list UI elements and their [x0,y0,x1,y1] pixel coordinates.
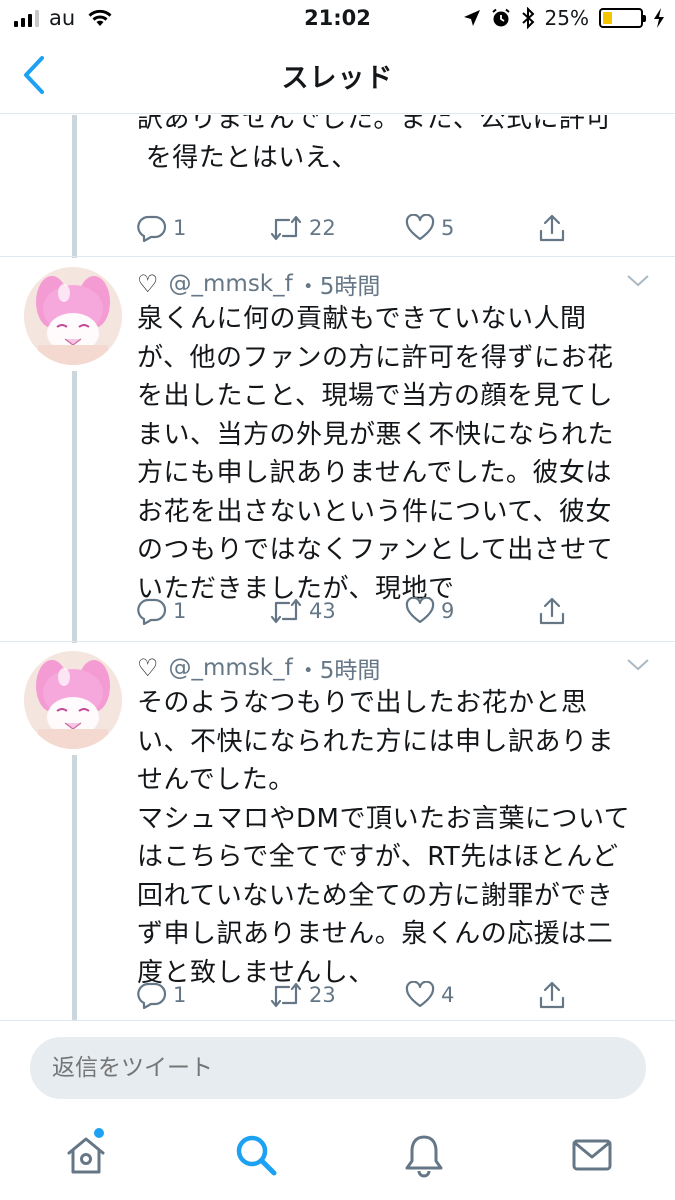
page-title: スレッド [281,63,394,94]
share-button[interactable] [537,593,567,629]
retweet-count: 22 [309,216,336,240]
reply-icon [137,215,167,242]
tweet-time: ・5時間 [296,274,381,300]
retweet-button[interactable]: 43 [269,593,336,629]
tweet-text: そのようなつもりで出したお花かと思 い、不快になられた方には申し訳ありま せんで… [137,688,631,988]
nav-bar: スレッド [0,38,675,114]
avatar[interactable] [24,267,122,365]
reply-icon [137,982,167,1009]
reply-count: 1 [173,599,187,623]
retweet-icon [270,215,302,241]
reply-button[interactable]: 1 [137,210,186,246]
user-handle[interactable]: @_mmsk_f [169,655,293,681]
divider [0,256,675,257]
handle-prefix: ♡ [137,270,159,298]
status-bar: au 21:02 25% [0,0,675,38]
heart-icon [405,981,435,1008]
like-count: 9 [441,599,455,623]
heart-icon [405,597,435,624]
share-button[interactable] [537,977,567,1013]
tweet-time: ・5時間 [296,658,381,684]
tweet-actions: 1 22 5 [137,210,657,246]
tweet-actions: 1 23 4 [137,977,657,1013]
share-icon [539,214,565,242]
reply-count: 1 [173,983,187,1007]
chevron-down-icon[interactable] [623,271,653,291]
tweet-actions: 1 43 9 [137,593,657,629]
envelope-icon[interactable] [568,1131,616,1179]
charging-icon [654,8,664,28]
new-content-dot [94,1128,104,1138]
share-button[interactable] [537,210,567,246]
like-button[interactable]: 5 [405,210,454,246]
retweet-button[interactable]: 23 [269,977,336,1013]
share-icon [539,981,565,1009]
bell-icon[interactable] [400,1131,448,1179]
handle-prefix: ♡ [137,654,159,682]
retweet-icon [270,598,302,624]
tweet-text: 訳ありませんでした。また、公式に許可 を得たとはいえ、 [137,115,612,173]
thread[interactable]: 訳ありませんでした。また、公式に許可 を得たとはいえ、 1 22 5 ♡ @_m… [0,115,675,1020]
tweet[interactable]: ♡ @_mmsk_f ・5時間 そのようなつもりで出したお花かと思 い、不快にな… [0,651,675,1020]
avatar[interactable] [24,651,122,749]
home-icon[interactable] [62,1131,110,1179]
reply-input[interactable] [30,1037,646,1099]
retweet-count: 23 [309,983,336,1007]
battery-icon [599,8,646,28]
tweet-partial[interactable]: 訳ありませんでした。また、公式に許可 を得たとはいえ、 1 22 5 [0,115,675,245]
reply-button[interactable]: 1 [137,593,186,629]
share-icon [539,597,565,625]
reply-count: 1 [173,216,187,240]
battery-percent: 25% [544,6,589,30]
retweet-icon [270,982,302,1008]
reply-button[interactable]: 1 [137,977,186,1013]
like-button[interactable]: 9 [405,593,454,629]
retweet-count: 43 [309,599,336,623]
tweet-header: ♡ @_mmsk_f ・5時間 [137,267,380,301]
heart-icon [405,214,435,241]
tweet[interactable]: ♡ @_mmsk_f ・5時間 泉くんに何の貢献もできていない人間 が、他のファ… [0,267,675,647]
divider [0,641,675,642]
like-button[interactable]: 4 [405,977,454,1013]
alarm-icon [491,8,510,27]
avatar-image [24,651,122,749]
tweet-text: 泉くんに何の貢献もできていない人間 が、他のファンの方に許可を得ずにお花 を出し… [137,304,615,604]
avatar-image [24,267,122,365]
like-count: 4 [441,983,455,1007]
like-count: 5 [441,216,455,240]
user-handle[interactable]: @_mmsk_f [169,271,293,297]
reply-icon [137,598,167,625]
chevron-down-icon[interactable] [623,655,653,675]
tweet-header: ♡ @_mmsk_f ・5時間 [137,651,380,685]
location-icon [463,10,480,26]
retweet-button[interactable]: 22 [269,210,336,246]
search-icon[interactable] [232,1131,280,1179]
reply-bar [0,1020,675,1115]
bluetooth-icon [521,7,534,29]
